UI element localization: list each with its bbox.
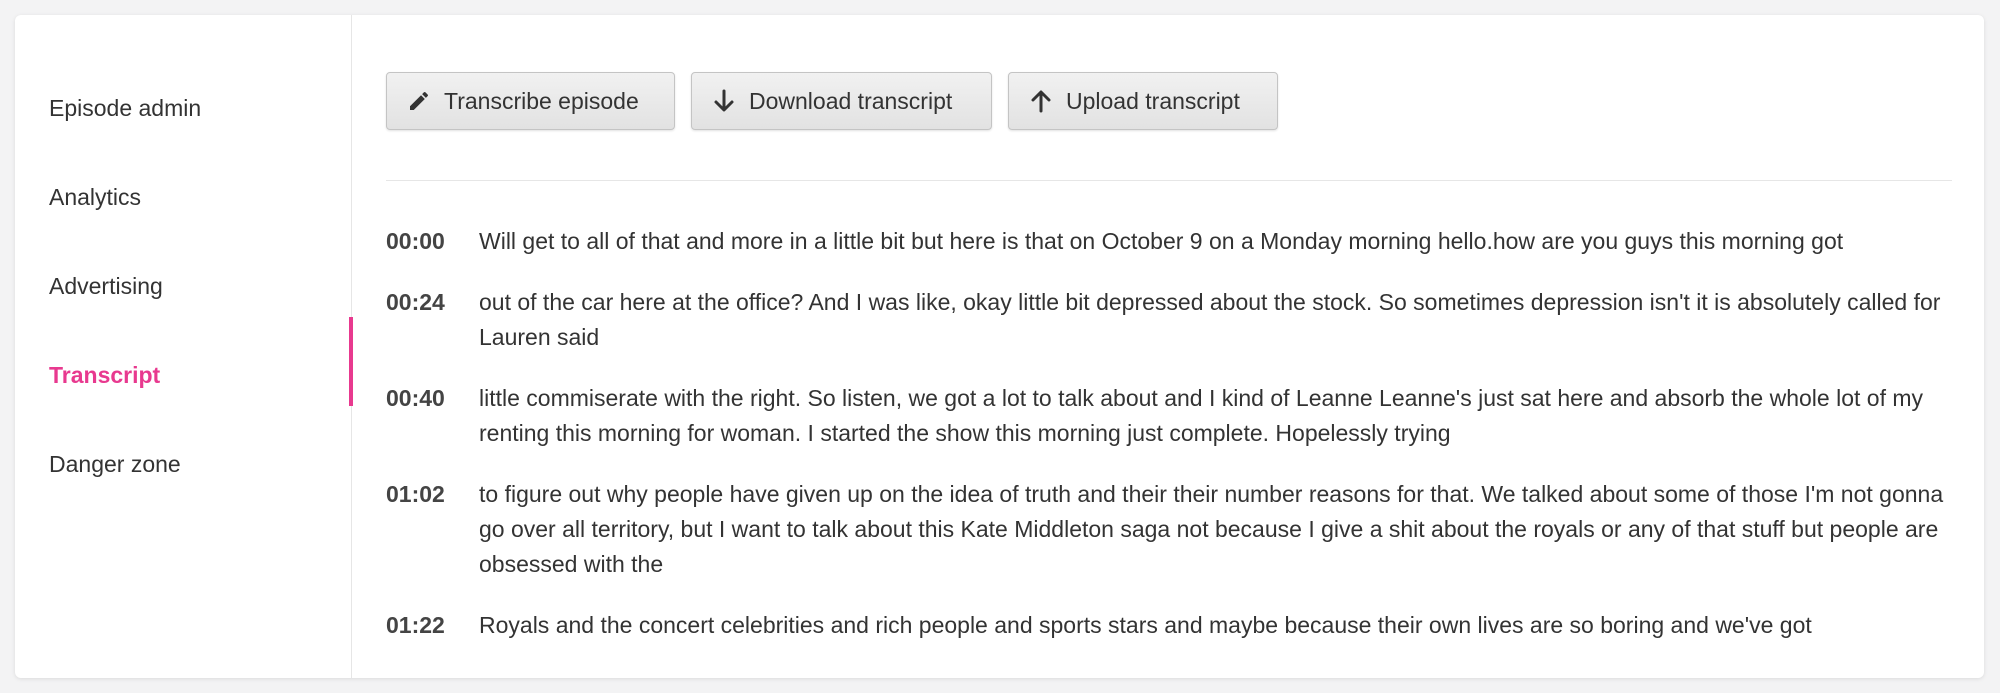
segment-timestamp[interactable]: 01:02	[386, 477, 479, 582]
download-transcript-label: Download transcript	[749, 87, 953, 114]
transcribe-episode-label: Transcribe episode	[444, 87, 639, 114]
transcript-segment: 00:24 out of the car here at the office?…	[386, 285, 1948, 355]
transcript-list: 00:00 Will get to all of that and more i…	[386, 224, 1948, 669]
upload-transcript-label: Upload transcript	[1066, 87, 1240, 114]
transcript-segment: 01:02 to figure out why people have give…	[386, 477, 1948, 582]
transcript-segment: 01:22 Royals and the concert celebrities…	[386, 608, 1948, 643]
sidebar-item-analytics[interactable]: Analytics	[49, 153, 349, 242]
transcript-segment: 00:40 little commiserate with the right.…	[386, 381, 1948, 451]
segment-timestamp[interactable]: 01:22	[386, 608, 479, 643]
transcribe-episode-button[interactable]: Transcribe episode	[386, 72, 675, 130]
upload-transcript-button[interactable]: Upload transcript	[1008, 72, 1278, 130]
segment-timestamp[interactable]: 00:24	[386, 285, 479, 355]
sidebar: Episode admin Analytics Advertising Tran…	[15, 15, 353, 678]
segment-text: to figure out why people have given up o…	[479, 481, 1944, 577]
toolbar-divider	[386, 180, 1952, 181]
segment-timestamp[interactable]: 00:00	[386, 224, 479, 259]
segment-text: little commiserate with the right. So li…	[479, 385, 1924, 446]
sidebar-item-label: Danger zone	[49, 451, 181, 477]
sidebar-item-label: Advertising	[49, 273, 163, 299]
pencil-icon	[406, 88, 432, 114]
transcript-segment: 00:00 Will get to all of that and more i…	[386, 224, 1948, 259]
segment-text: Royals and the concert celebrities and r…	[479, 612, 1812, 638]
sidebar-item-label: Transcript	[49, 362, 161, 388]
sidebar-item-label: Episode admin	[49, 95, 202, 121]
sidebar-item-transcript[interactable]: Transcript	[49, 331, 349, 420]
sidebar-item-episode-admin[interactable]: Episode admin	[49, 64, 349, 153]
download-transcript-button[interactable]: Download transcript	[691, 72, 992, 130]
sidebar-item-advertising[interactable]: Advertising	[49, 242, 349, 331]
sidebar-item-danger-zone[interactable]: Danger zone	[49, 420, 349, 509]
transcript-toolbar: Transcribe episode Download transcript U…	[386, 72, 1278, 130]
segment-text: out of the car here at the office? And I…	[479, 289, 1941, 350]
arrow-up-icon	[1028, 88, 1054, 114]
segment-timestamp[interactable]: 00:40	[386, 381, 479, 451]
sidebar-item-label: Analytics	[49, 184, 142, 210]
arrow-down-icon	[711, 88, 737, 114]
segment-text: Will get to all of that and more in a li…	[479, 228, 1844, 254]
